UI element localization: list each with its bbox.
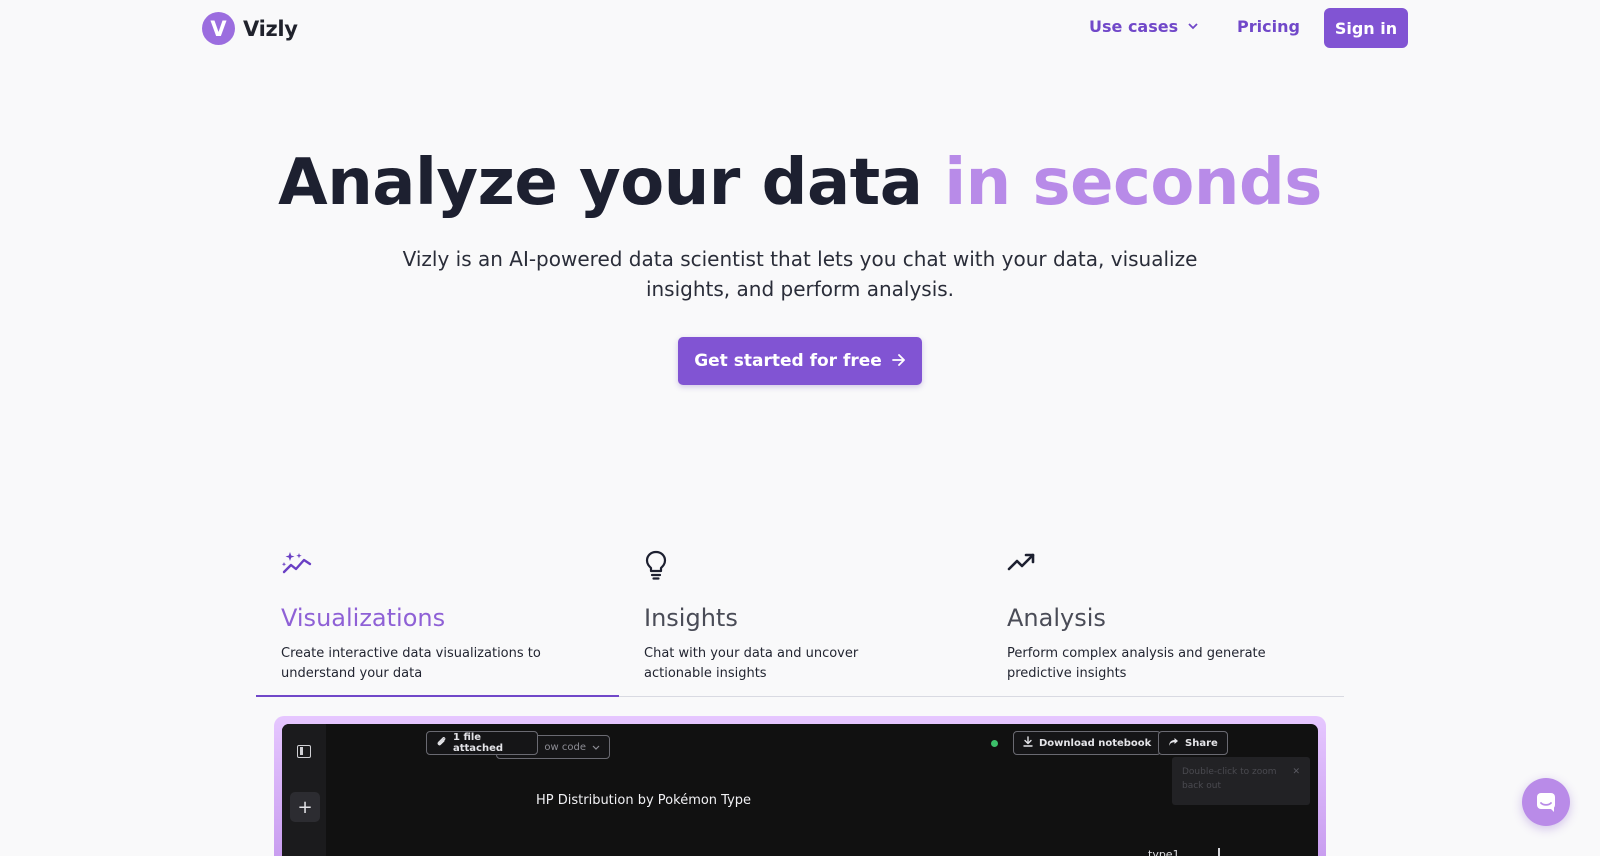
download-notebook-label: Download notebook [1039,737,1152,749]
file-attached-label: 1 file attached [453,732,504,754]
get-started-label: Get started for free [694,351,882,371]
sidebar-toggle-icon[interactable] [297,745,311,758]
feature-desc: Chat with your data and uncover actionab… [644,646,859,681]
use-cases-label: Use cases [1089,17,1179,36]
show-code-label: ow code [544,741,586,753]
download-icon [1023,736,1033,750]
tab-active-indicator [256,695,619,697]
logo-text: Vizly [243,16,298,41]
top-nav: V Vizly Use cases Pricing Sign in [0,0,1600,56]
logo[interactable]: V Vizly [202,12,298,45]
download-notebook-button[interactable]: Download notebook [1013,731,1162,755]
paperclip-icon [436,736,447,750]
zoom-hint-text: Double-click to zoom back out [1182,767,1277,791]
get-started-button[interactable]: Get started for free [678,337,922,385]
share-label: Share [1185,737,1218,749]
trending-up-icon [1007,550,1345,584]
sign-in-button[interactable]: Sign in [1324,8,1408,48]
legend-swatch [1218,848,1220,856]
plus-icon: + [297,796,313,818]
feature-title: Analysis [1007,604,1106,632]
share-icon [1168,737,1179,750]
pricing-link[interactable]: Pricing [1237,17,1300,36]
feature-desc: Perform complex analysis and generate pr… [1007,646,1266,681]
tab-insights[interactable]: Insights Chat with your data and uncover… [619,550,982,698]
chevron-down-icon [1188,20,1198,33]
chat-bubble-icon[interactable] [1522,778,1570,826]
status-dot [991,740,998,747]
feature-title: Visualizations [281,604,446,632]
feature-desc: Create interactive data visualizations t… [281,646,541,681]
file-attached-badge[interactable]: 1 file attached [426,731,538,755]
tab-analysis[interactable]: Analysis Perform complex analysis and ge… [982,550,1345,698]
lightbulb-icon [644,550,982,584]
logo-mark-icon: V [202,12,235,45]
tab-visualizations[interactable]: Visualizations Create interactive data v… [256,550,619,698]
share-button[interactable]: Share [1158,731,1228,755]
preview-sidebar: + [282,724,326,856]
arrow-right-icon [891,351,906,371]
use-cases-menu[interactable]: Use cases [1089,17,1198,36]
new-chat-button[interactable]: + [290,792,320,822]
sparkle-chart-icon [281,550,619,584]
hero-title-main: Analyze your data [278,146,945,220]
hero-title-accent: in seconds [944,146,1322,220]
hero-subtitle: Vizly is an AI-powered data scientist th… [402,247,1198,301]
close-icon[interactable]: ✕ [1292,765,1300,779]
zoom-hint-tooltip: Double-click to zoom back out ✕ [1172,757,1310,805]
legend-title: type1 [1148,848,1180,856]
chevron-down-icon [592,742,600,753]
feature-title: Insights [644,604,738,632]
chart-title: HP Distribution by Pokémon Type [536,793,752,808]
app-preview: + ow code 1 file attached Download noteb… [282,724,1318,856]
feature-tabs: Visualizations Create interactive data v… [256,550,1344,698]
hero-title: Analyze your data in seconds [0,146,1600,220]
